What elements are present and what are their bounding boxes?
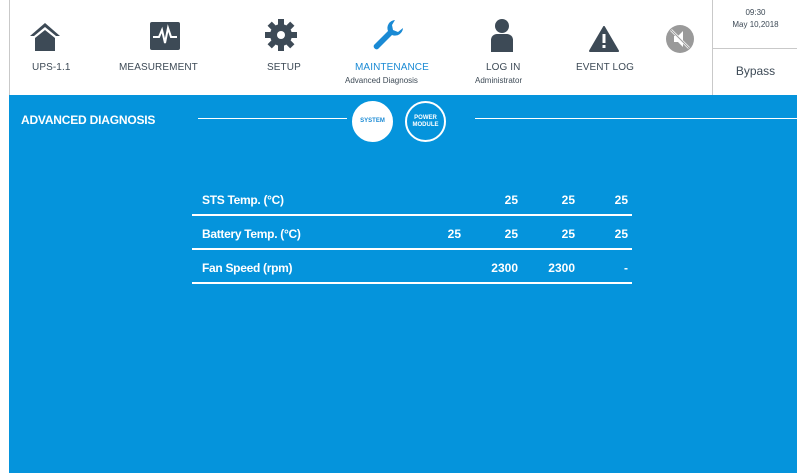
nav-event-log[interactable]: EVENT LOG — [560, 0, 634, 95]
home-icon — [30, 23, 60, 51]
row-value: 2300 — [548, 261, 575, 275]
nav-login-sub: Administrator — [475, 76, 523, 85]
nav-event-log-label: EVENT LOG — [576, 62, 634, 73]
nav-setup[interactable]: SETUP — [250, 0, 310, 95]
clock-date: May 10,2018 — [732, 20, 779, 29]
nav-maintenance[interactable]: MAINTENANCE Advanced Diagnosis — [335, 0, 445, 95]
operating-mode: Bypass — [735, 64, 776, 78]
header-divider-left — [198, 118, 347, 119]
row-value: - — [624, 261, 628, 275]
row-label: Battery Temp. (°C) — [202, 227, 301, 241]
table-row: STS Temp. (°C) 25 25 25 — [192, 182, 632, 216]
row-value: 25 — [504, 193, 518, 207]
nav-maintenance-label: MAINTENANCE — [355, 62, 429, 73]
wrench-icon — [373, 20, 403, 50]
top-nav-bar: UPS-1.1 MEASUREMENT SETUP MAINTENANCE Ad… — [9, 0, 797, 95]
row-value: 25 — [561, 193, 575, 207]
diagnosis-table: STS Temp. (°C) 25 25 25 Battery Temp. (°… — [192, 182, 632, 284]
gear-icon — [265, 19, 297, 51]
table-row: Battery Temp. (°C) 25 25 25 25 — [192, 216, 632, 250]
mute-icon — [666, 25, 694, 53]
warning-icon — [589, 26, 619, 52]
header-divider-right — [475, 118, 797, 119]
row-label: Fan Speed (rpm) — [202, 261, 293, 275]
tab-power-module[interactable]: POWER MODULE — [405, 101, 446, 142]
status-divider — [713, 48, 797, 49]
row-value: 25 — [614, 227, 628, 241]
clock-time: 09:30 — [745, 8, 766, 17]
row-value: 25 — [504, 227, 518, 241]
nav-setup-label: SETUP — [267, 62, 301, 73]
main-panel: UPS-1.1 MEASUREMENT SETUP MAINTENANCE Ad… — [9, 0, 797, 473]
waveform-icon — [150, 22, 180, 50]
section-title: ADVANCED DIAGNOSIS — [21, 113, 156, 127]
status-panel: 09:30 May 10,2018 Bypass — [712, 0, 797, 95]
tab-system[interactable]: SYSTEM — [352, 101, 393, 142]
user-icon — [491, 19, 513, 52]
nav-maintenance-sub: Advanced Diagnosis — [345, 76, 418, 85]
nav-ups-label: UPS-1.1 — [32, 62, 71, 73]
nav-mute[interactable] — [655, 0, 705, 95]
nav-measurement-label: MEASUREMENT — [119, 62, 198, 73]
table-row: Fan Speed (rpm) 2300 2300 - — [192, 250, 632, 284]
row-value: 2300 — [491, 261, 518, 275]
row-value: 25 — [561, 227, 575, 241]
nav-login-label: LOG IN — [486, 62, 521, 73]
row-label: STS Temp. (°C) — [202, 193, 284, 207]
nav-measurement[interactable]: MEASUREMENT — [110, 0, 220, 95]
nav-login[interactable]: LOG IN Administrator — [465, 0, 535, 95]
nav-ups[interactable]: UPS-1.1 — [10, 0, 80, 95]
row-value: 25 — [614, 193, 628, 207]
row-value: 25 — [447, 227, 461, 241]
